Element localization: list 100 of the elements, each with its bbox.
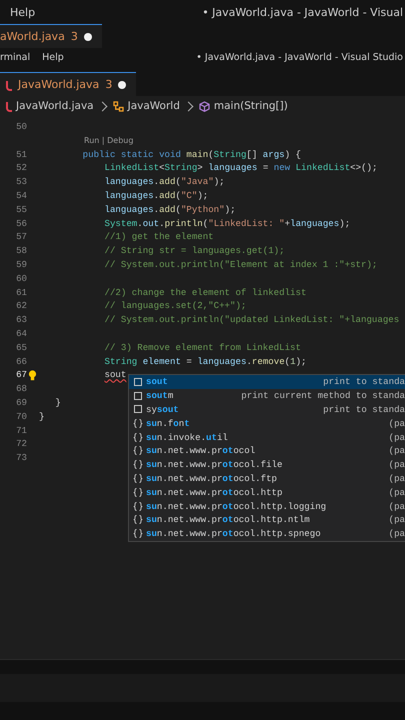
line-number: 59 xyxy=(15,258,27,272)
breadcrumb[interactable]: JavaWorld.java xyxy=(16,100,94,112)
lightbulb-icon[interactable] xyxy=(28,370,37,382)
line-number: 62 xyxy=(15,299,27,314)
code-line: } xyxy=(39,410,44,424)
code-line: System.out.println("LinkedList: "+languages); xyxy=(104,216,350,230)
braces-icon xyxy=(132,474,142,483)
suggestion-label: sysout xyxy=(146,404,179,415)
editor-tab[interactable]: aWorld.java 3 xyxy=(0,24,102,48)
line-number: 66 xyxy=(15,354,27,368)
suggestion-item[interactable]: sun.net.www.protocol (pa xyxy=(129,444,405,458)
line-number: 73 xyxy=(15,451,27,465)
suggestion-detail: print to standa xyxy=(323,376,405,388)
suggestion-detail: (pa xyxy=(388,514,405,526)
line-number: 55 xyxy=(15,202,27,217)
suggestion-label: soutm xyxy=(146,390,174,402)
line-number: 63 xyxy=(15,313,27,327)
code-line: // System.out.println("updated LinkedList: "+languages xyxy=(104,313,400,327)
suggestion-label: sun.net.www.protocol.http.spnego xyxy=(146,528,321,540)
line-number: 64 xyxy=(15,326,27,341)
suggestion-item[interactable]: sun.net.www.protocol.http (pa xyxy=(129,485,405,500)
braces-icon xyxy=(132,488,142,497)
code-line: // languages.set(2,"C++"); xyxy=(104,299,246,314)
problem-count: 3 xyxy=(70,30,78,43)
code-line: sout xyxy=(104,368,126,382)
menu-item[interactable]: rminal xyxy=(0,52,30,62)
code-line: LinkedList<String> languages = new LinkedList<>(); xyxy=(104,161,378,176)
suggestion-detail: (pa xyxy=(388,486,405,498)
code-line: // System.out.println("Element at index 1 :"+str); xyxy=(104,258,378,272)
suggestion-item[interactable]: sun.net.www.protocol.http.ntlm (pa xyxy=(129,512,405,527)
suggestion-item[interactable]: sysout print to standa xyxy=(129,402,405,416)
code-line: languages.add("Java"); xyxy=(104,175,225,189)
suggestion-item[interactable]: sout print to standa xyxy=(129,375,405,389)
suggestion-detail: (pa xyxy=(388,472,405,484)
suggestion-label: sun.font xyxy=(146,418,190,429)
braces-icon xyxy=(132,446,142,456)
suggestion-item[interactable]: sun.font (pa xyxy=(129,416,405,430)
line-number: 61 xyxy=(15,286,27,300)
breadcrumb[interactable]: JavaWorld xyxy=(128,100,180,112)
cube-icon xyxy=(198,100,210,112)
braces-icon xyxy=(132,418,142,428)
code-line: String element = languages.remove(1); xyxy=(104,354,307,368)
suggestion-detail: (pa xyxy=(388,528,405,540)
line-number: 71 xyxy=(15,424,27,438)
suggestion-label: sun.net.www.protocol.ftp xyxy=(146,472,278,484)
suggestion-item[interactable]: soutm print current method to standa xyxy=(129,388,405,403)
suggestion-label: sun.net.www.protocol.file xyxy=(146,459,282,470)
code-line: // String str = languages.get(1); xyxy=(104,244,285,258)
suggestion-detail: (pa xyxy=(388,459,405,470)
line-number: 52 xyxy=(15,161,27,176)
line-number: 68 xyxy=(15,382,27,396)
problem-count: 3 xyxy=(105,78,112,91)
code-line: } xyxy=(54,396,61,410)
suggestion-label: sun.net.www.protocol.http.ntlm xyxy=(146,514,310,526)
suggestion-item[interactable]: sun.net.www.protocol.http.spnego (pa xyxy=(129,526,405,541)
code-line: // 3) Remove element from LinkedList xyxy=(104,340,301,355)
suggestion-item[interactable]: sun.net.www.protocol.http.logging (pa xyxy=(129,499,405,513)
suggestion-label: sun.invoke.util xyxy=(146,432,228,443)
code-line: languages.add("C"); xyxy=(104,188,208,203)
suggestion-label: sun.net.www.protocol xyxy=(146,445,256,456)
menu-item[interactable]: Help xyxy=(42,52,64,62)
braces-icon xyxy=(132,502,142,511)
suggestion-item[interactable]: sun.net.www.protocol.ftp (pa xyxy=(129,472,405,486)
code-line: //2) change the element of linkedlist xyxy=(104,286,306,300)
line-number: 69 xyxy=(15,396,27,410)
window-title: • JavaWorld.java - JavaWorld - Visual Studio xyxy=(196,52,403,62)
line-number: 65 xyxy=(15,340,27,355)
codelens-links[interactable]: Run | Debug xyxy=(39,134,134,148)
suggestion-detail: print current method to standa xyxy=(241,390,405,402)
suggestion-detail: print to standa xyxy=(323,404,405,415)
suggestion-detail: (pa xyxy=(388,432,405,443)
suggestion-item[interactable]: sun.net.www.protocol.file (pa xyxy=(129,458,405,472)
line-number: 50 xyxy=(15,120,27,134)
menu-item[interactable]: Help xyxy=(10,6,36,18)
suggestion-item[interactable]: sun.invoke.util (pa xyxy=(129,430,405,444)
suggestion-detail: (pa xyxy=(388,500,405,512)
code-line: //1) get the element xyxy=(104,230,214,244)
line-number: 58 xyxy=(15,244,27,258)
line-number: 51 xyxy=(15,148,27,162)
line-number: 57 xyxy=(15,230,27,244)
suggestion-detail: (pa xyxy=(388,418,405,429)
braces-icon xyxy=(132,529,142,538)
java-file-icon xyxy=(6,80,12,90)
java-file-icon xyxy=(6,102,12,112)
suggestion-label: sun.net.www.protocol.http xyxy=(146,486,282,498)
line-number: 53 xyxy=(15,175,27,189)
braces-icon xyxy=(132,460,142,470)
suggestion-label: sun.net.www.protocol.http.logging xyxy=(146,500,326,512)
line-number: 56 xyxy=(15,216,27,230)
breadcrumb[interactable]: main(String[]) xyxy=(214,100,288,112)
line-number: 70 xyxy=(15,410,27,424)
suggestion-label: sout xyxy=(146,376,168,388)
suggestion-detail: (pa xyxy=(388,445,405,456)
line-number: 54 xyxy=(15,188,27,203)
class-icon xyxy=(112,100,124,112)
code-line: languages.add("Python"); xyxy=(104,202,236,217)
line-number: 72 xyxy=(15,437,27,452)
braces-icon xyxy=(132,515,142,524)
editor-tab[interactable]: JavaWorld.java 3 xyxy=(0,72,136,96)
line-number: 67 xyxy=(15,368,27,382)
